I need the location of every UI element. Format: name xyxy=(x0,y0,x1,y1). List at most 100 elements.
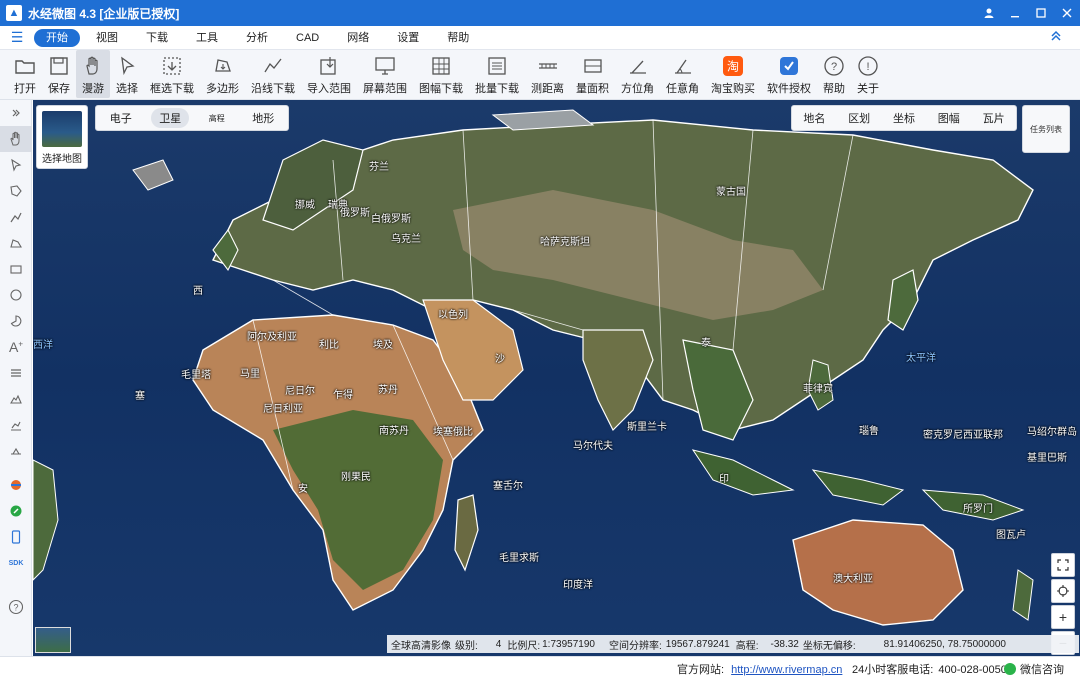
toolbar-button-folder[interactable]: 打开 xyxy=(8,50,42,98)
map-label: 苏丹 xyxy=(378,385,398,396)
basemap-tab-satellite[interactable]: 卫星 xyxy=(151,108,190,128)
layer-tab-placenames[interactable]: 地名 xyxy=(803,110,825,126)
toolbar-button-license[interactable]: 软件授权 xyxy=(761,50,817,98)
website-link[interactable]: http://www.rivermap.cn xyxy=(731,664,842,676)
menu-item[interactable]: 工具 xyxy=(184,29,230,47)
toolbar-button-save[interactable]: 保存 xyxy=(42,50,76,98)
draw-polygon-icon[interactable] xyxy=(0,230,32,256)
window-maximize-button[interactable] xyxy=(1028,0,1054,26)
toolbar-button-label: 漫游 xyxy=(82,83,104,95)
folder-icon xyxy=(14,55,36,77)
layer-tab-coordinates[interactable]: 坐标 xyxy=(893,110,915,126)
map-label: 基里巴斯 xyxy=(1027,453,1067,464)
help-icon: ? xyxy=(823,55,845,77)
toolbar-button-angle[interactable]: 任意角 xyxy=(660,50,705,98)
draw-sector-icon[interactable] xyxy=(0,308,32,334)
menu-item[interactable]: 分析 xyxy=(234,29,280,47)
menu-item[interactable]: 帮助 xyxy=(435,29,481,47)
elevation-icon[interactable] xyxy=(0,386,32,412)
menu-item[interactable]: CAD xyxy=(284,29,331,47)
area-icon xyxy=(582,55,604,77)
layer-tab-districts[interactable]: 区划 xyxy=(848,110,870,126)
menu-item[interactable]: 下载 xyxy=(134,29,180,47)
basemap-tab-terrain[interactable]: 地形 xyxy=(244,108,282,128)
menu-item[interactable]: 设置 xyxy=(385,29,431,47)
status-resolution-label: 空间分辨率: xyxy=(608,640,662,652)
locate-icon[interactable] xyxy=(1051,579,1075,603)
toolbar-button-polygon[interactable]: 多边形 xyxy=(200,50,245,98)
status-coordinates: 81.91406250, 78.75000000 xyxy=(883,638,1006,650)
help-circle-icon[interactable]: ? xyxy=(0,594,32,620)
toolbar-button-azimuth[interactable]: 方位角 xyxy=(615,50,660,98)
hamburger-menu-icon[interactable]: ☰ xyxy=(0,29,34,46)
plugin-globe-icon[interactable] xyxy=(0,472,32,498)
toolbar-button-box-download[interactable]: 框选下载 xyxy=(144,50,200,98)
menu-item[interactable]: 开始 xyxy=(34,28,80,47)
plugin-link-icon[interactable] xyxy=(0,498,32,524)
toolbar-button-label: 测距离 xyxy=(531,83,564,95)
menu-item[interactable]: 视图 xyxy=(84,29,130,47)
map-label: 马尔代夫 xyxy=(573,441,613,452)
map-label: 瑙鲁 xyxy=(859,426,879,437)
status-source: 全球高清影像 xyxy=(391,640,451,652)
toolbar-button-label: 屏幕范围 xyxy=(363,83,407,95)
draw-rectangle-icon[interactable] xyxy=(0,256,32,282)
select-arrow-icon[interactable] xyxy=(0,152,32,178)
toolbar-button-label: 图幅下载 xyxy=(419,83,463,95)
basemap-type-tabs: 电子 卫星 高程 地形 xyxy=(95,105,289,131)
window-minimize-button[interactable] xyxy=(1002,0,1028,26)
draw-line-icon[interactable] xyxy=(0,204,32,230)
expand-panel-icon[interactable] xyxy=(0,100,32,126)
svg-text:?: ? xyxy=(13,603,18,613)
fullscreen-icon[interactable] xyxy=(1051,553,1075,577)
toolbar-button-area[interactable]: 量面积 xyxy=(570,50,615,98)
toolbar-button-ruler[interactable]: 测距离 xyxy=(525,50,570,98)
profile-icon[interactable] xyxy=(0,412,32,438)
cut-fill-icon[interactable] xyxy=(0,438,32,464)
overview-map-thumbnail[interactable] xyxy=(35,627,71,653)
zoom-in-button[interactable]: + xyxy=(1051,605,1075,629)
toolbar-button-line-download[interactable]: 沿线下载 xyxy=(245,50,301,98)
window-close-button[interactable] xyxy=(1054,0,1080,26)
about-icon: ! xyxy=(857,55,879,77)
pan-hand-icon[interactable] xyxy=(0,126,32,152)
title-bar: ▲ 水经微图 4.3 [企业版已授权] xyxy=(0,0,1080,26)
basemap-selector[interactable]: 选择地图 xyxy=(36,105,88,169)
menu-item[interactable]: 网络 xyxy=(335,29,381,47)
collapse-ribbon-icon[interactable] xyxy=(1050,30,1062,45)
toolbar-button-cursor[interactable]: 选择 xyxy=(110,50,144,98)
mobile-icon[interactable] xyxy=(0,524,32,550)
toolbar-button-screen[interactable]: 屏幕范围 xyxy=(357,50,413,98)
add-text-icon[interactable]: A+ xyxy=(0,334,32,360)
draw-point-icon[interactable] xyxy=(0,178,32,204)
layer-list-icon[interactable] xyxy=(0,360,32,386)
license-icon xyxy=(778,55,800,77)
map-label: 马绍尔群岛 xyxy=(1027,427,1077,438)
toolbar-button-batch[interactable]: 批量下载 xyxy=(469,50,525,98)
layer-tab-tiles[interactable]: 瓦片 xyxy=(983,110,1005,126)
azimuth-icon xyxy=(627,55,649,77)
wechat-consult-button[interactable]: 微信咨询 xyxy=(1004,661,1064,677)
layer-tab-sheets[interactable]: 图幅 xyxy=(938,110,960,126)
toolbar-button-about[interactable]: ! 关于 xyxy=(851,50,885,98)
task-list-button[interactable]: 任务列表 xyxy=(1022,105,1070,153)
toolbar-button-sheet[interactable]: 图幅下载 xyxy=(413,50,469,98)
toolbar-button-import[interactable]: 导入范围 xyxy=(301,50,357,98)
map-canvas[interactable]: 芬兰 挪威 瑞典 俄罗斯 白俄罗斯 乌克兰 哈萨克斯坦 蒙古国 西 阿尔及利亚 … xyxy=(33,100,1080,656)
toolbar-button-taobao[interactable]: 淘淘宝购买 xyxy=(705,50,761,98)
svg-text:?: ? xyxy=(831,61,837,73)
ocean-label-atlantic: 西洋 xyxy=(33,340,53,351)
overlay-layer-tabs: 地名 区划 坐标 图幅 瓦片 xyxy=(791,105,1017,131)
user-icon[interactable] xyxy=(976,0,1002,26)
draw-circle-icon[interactable] xyxy=(0,282,32,308)
map-label: 菲律宾 xyxy=(803,384,833,395)
toolbar-button-hand[interactable]: 漫游 xyxy=(76,50,110,98)
basemap-tab-vector[interactable]: 电子 xyxy=(102,108,140,128)
map-label: 塞 xyxy=(135,391,145,402)
status-scale: 1:73957190 xyxy=(542,638,595,650)
sdk-icon[interactable]: SDK xyxy=(0,550,32,576)
toolbar-button-help[interactable]: ? 帮助 xyxy=(817,50,851,98)
map-label: 所罗门 xyxy=(963,504,993,515)
basemap-tab-elevation[interactable]: 高程 xyxy=(201,111,233,126)
basemap-thumbnail xyxy=(42,111,82,147)
